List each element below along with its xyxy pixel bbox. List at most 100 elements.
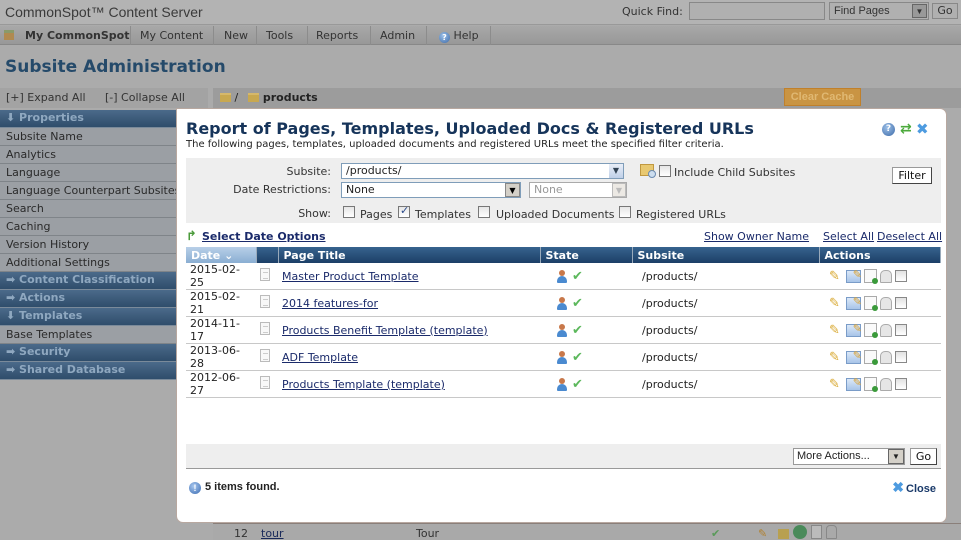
quick-find-go-button[interactable]: Go [932,3,958,19]
sidebar-item-language[interactable]: Language [0,164,176,182]
row-subsite-text: /products/ [642,323,698,337]
date-restrictions-select[interactable]: None ▼ [341,182,521,198]
row-title-link[interactable]: Products Template (template) [282,378,445,391]
breadcrumb-root[interactable]: / [235,91,239,104]
menu-reports[interactable]: Reports [316,29,358,42]
select-all-link[interactable]: Select All [823,230,874,243]
more-actions-select[interactable]: More Actions... ▼ [793,448,905,465]
row-title-link[interactable]: Master Product Template [282,270,419,283]
edit-properties-icon[interactable] [846,322,862,337]
lock-icon[interactable] [880,377,892,391]
expand-all-button[interactable]: [+] Expand All [6,91,86,104]
browse-folder-icon[interactable] [640,164,656,178]
edit-pencil-icon[interactable]: ✎ [829,351,843,364]
sidebar-section-security[interactable]: ➡ Security [0,344,176,362]
lock-icon[interactable] [880,323,892,337]
results-table: Date ⌄ Page Title State Subsite Actions … [186,247,941,398]
owner-icon[interactable] [556,350,568,364]
sidebar-item-search[interactable]: Search [0,200,176,218]
breadcrumb-current[interactable]: products [263,91,318,104]
quick-find-type-select[interactable]: Find Pages ▼ [829,2,929,20]
row-select-checkbox[interactable] [895,351,907,363]
row-title-link[interactable]: 2014 features-for [282,297,378,310]
sidebar-section-shared-database[interactable]: ➡ Shared Database [0,362,176,380]
pencil-icon[interactable]: ✎ [758,527,767,540]
sidebar-item-caching[interactable]: Caching [0,218,176,236]
lock-icon[interactable] [826,525,837,539]
edit-pencil-icon[interactable]: ✎ [829,324,843,337]
row-select-checkbox[interactable] [895,297,907,309]
edit-properties-icon[interactable] [846,349,862,364]
column-page-title[interactable]: Page Title [278,247,541,263]
include-child-subsites-checkbox[interactable] [659,165,671,177]
show-uploaded-documents-checkbox[interactable] [478,206,490,218]
collapse-all-button[interactable]: [-] Collapse All [105,91,185,104]
lock-icon[interactable] [880,296,892,310]
column-date[interactable]: Date ⌄ [186,247,257,263]
select-date-options-link[interactable]: Select Date Options [202,230,326,243]
create-page-icon[interactable] [864,296,878,311]
folder-icon[interactable] [778,529,789,539]
menu-my-commonspot[interactable]: My CommonSpot [25,29,130,42]
sidebar-item-analytics[interactable]: Analytics [0,146,176,164]
filter-button[interactable]: Filter [892,167,932,184]
sidebar-item-language-counterpart[interactable]: Language Counterpart Subsites [0,182,176,200]
refresh-icon[interactable]: ⇄ [900,121,912,137]
menu-admin[interactable]: Admin [380,29,415,42]
edit-pencil-icon[interactable]: ✎ [829,270,843,283]
more-actions-go-button[interactable]: Go [910,448,937,465]
select-date-options[interactable]: ↱ Select Date Options [186,230,326,243]
edit-pencil-icon[interactable]: ✎ [829,297,843,310]
edit-properties-icon[interactable] [846,268,862,283]
sidebar-section-templates[interactable]: ⬇ Templates [0,308,176,326]
date-restrictions-secondary-select[interactable]: None ▼ [529,182,627,198]
edit-properties-icon[interactable] [846,376,862,391]
owner-icon[interactable] [556,323,568,337]
subsite-select[interactable]: /products/ ▼ [341,163,624,179]
create-page-icon[interactable] [864,377,878,392]
quick-find-input[interactable] [689,2,825,20]
owner-icon[interactable] [556,296,568,310]
row-title-link[interactable]: ADF Template [282,351,358,364]
lock-icon[interactable] [880,269,892,283]
create-page-icon[interactable] [864,323,878,338]
sidebar-section-actions[interactable]: ➡ Actions [0,290,176,308]
create-page-icon[interactable] [864,350,878,365]
globe-icon[interactable] [793,525,807,539]
deselect-all-link[interactable]: Deselect All [877,230,942,243]
menu-my-content[interactable]: My Content [140,29,203,42]
show-templates-checkbox[interactable] [398,204,410,218]
sidebar-item-subsite-name[interactable]: Subsite Name [0,128,176,146]
close-button[interactable]: ✖ Close [892,479,936,496]
close-icon[interactable]: ✖ [916,120,929,138]
edit-properties-icon[interactable] [846,295,862,310]
row-subsite: /products/ [632,370,819,398]
sidebar-section-content-classification[interactable]: ➡ Content Classification [0,272,176,290]
menu-new[interactable]: New [224,29,248,42]
sidebar-item-base-templates[interactable]: Base Templates [0,326,176,344]
sidebar-item-additional-settings[interactable]: Additional Settings [0,254,176,272]
clear-cache-button[interactable]: Clear Cache [784,88,861,106]
row-select-checkbox[interactable] [895,270,907,282]
show-owner-name-link[interactable]: Show Owner Name [704,230,809,243]
owner-icon[interactable] [556,377,568,391]
sidebar-item-version-history[interactable]: Version History [0,236,176,254]
owner-icon[interactable] [556,269,568,283]
row-select-checkbox[interactable] [895,324,907,336]
edit-pencil-icon[interactable]: ✎ [829,378,843,391]
menu-help[interactable]: ? Help [439,29,479,43]
show-registered-urls-checkbox[interactable] [619,206,631,218]
sidebar-section-properties[interactable]: ⬇ Properties [0,110,176,128]
doc-add-icon[interactable] [811,525,822,539]
row-select-checkbox[interactable] [895,378,907,390]
help-icon[interactable]: ? [882,123,895,136]
menu-tools[interactable]: Tools [266,29,293,42]
column-subsite[interactable]: Subsite [632,247,820,263]
column-state[interactable]: State [540,247,633,263]
lock-icon[interactable] [880,350,892,364]
row-date: 2013-06-28 [186,343,256,371]
row-name-link[interactable]: tour [261,527,284,540]
row-title-link[interactable]: Products Benefit Template (template) [282,324,488,337]
show-pages-checkbox[interactable] [343,206,355,218]
create-page-icon[interactable] [864,269,878,284]
